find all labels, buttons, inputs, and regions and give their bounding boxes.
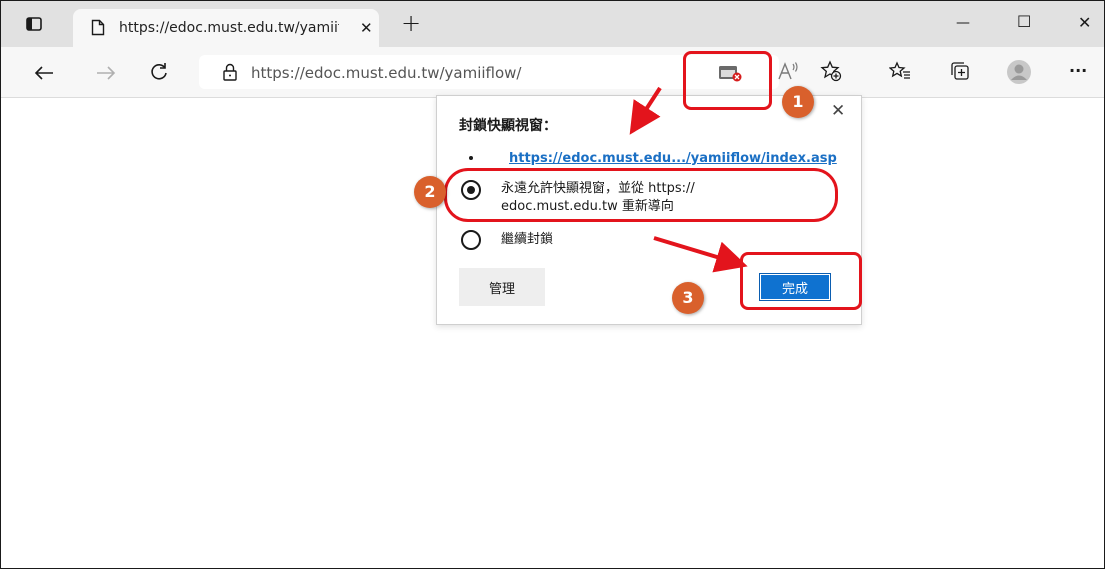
step-badge-3: 3 bbox=[672, 282, 704, 314]
arrow-to-title bbox=[629, 86, 662, 135]
arrow-to-done bbox=[653, 236, 748, 273]
annotation-arrows bbox=[629, 86, 748, 273]
step-badge-2: 2 bbox=[414, 176, 446, 208]
step-badge-1: 1 bbox=[782, 86, 814, 118]
